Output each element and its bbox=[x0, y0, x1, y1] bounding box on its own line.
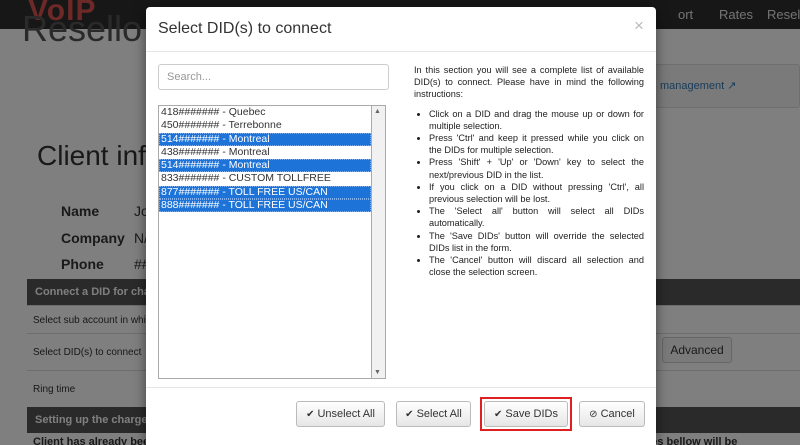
instructions-panel: In this section you will see a complete … bbox=[414, 64, 644, 278]
cancel-label: Cancel bbox=[600, 408, 635, 420]
ban-icon: ⊘ bbox=[589, 408, 598, 420]
select-dids-modal: Select DID(s) to connect × 418####### - … bbox=[146, 7, 656, 445]
save-dids-label: Save DIDs bbox=[505, 408, 558, 420]
cancel-button[interactable]: ⊘ Cancel bbox=[579, 401, 645, 427]
check-icon: ✔ bbox=[306, 408, 315, 420]
instruction-item: Press 'Ctrl' and keep it pressed while y… bbox=[429, 132, 644, 156]
select-all-label: Select All bbox=[416, 408, 462, 420]
check-icon: ✔ bbox=[405, 408, 414, 420]
instructions-intro: In this section you will see a complete … bbox=[414, 65, 644, 100]
instruction-item: If you click on a DID without pressing '… bbox=[429, 181, 644, 205]
did-option[interactable]: 438####### - Montreal bbox=[159, 146, 371, 159]
list-scrollbar[interactable]: ▲ ▼ bbox=[372, 105, 386, 379]
instruction-item: Press 'Shift' + 'Up' or 'Down' key to se… bbox=[429, 156, 644, 180]
check-icon: ✔ bbox=[494, 408, 503, 420]
instruction-item: The 'Save DIDs' button will override the… bbox=[429, 230, 644, 254]
did-option[interactable]: 514####### - Montreal bbox=[159, 132, 371, 146]
modal-title: Select DID(s) to connect bbox=[158, 20, 332, 37]
scroll-down-arrow-icon[interactable]: ▼ bbox=[374, 369, 381, 376]
did-option[interactable]: 450####### - Terrebonne bbox=[159, 119, 371, 132]
scroll-up-arrow-icon[interactable]: ▲ bbox=[374, 108, 381, 115]
instruction-item: The 'Select all' button will select all … bbox=[429, 205, 644, 229]
save-dids-button[interactable]: ✔ Save DIDs bbox=[484, 401, 568, 427]
select-all-button[interactable]: ✔ Select All bbox=[396, 401, 471, 427]
instruction-item: The 'Cancel' button will discard all sel… bbox=[429, 254, 644, 278]
instruction-item: Click on a DID and drag the mouse up or … bbox=[429, 108, 644, 132]
unselect-all-label: Unselect All bbox=[317, 408, 375, 420]
modal-header: Select DID(s) to connect × bbox=[146, 7, 656, 52]
unselect-all-button[interactable]: ✔ Unselect All bbox=[296, 401, 385, 427]
did-select-list[interactable]: 418####### - Quebec 450####### - Terrebo… bbox=[158, 105, 372, 379]
close-icon[interactable]: × bbox=[634, 16, 644, 36]
instructions-list: Click on a DID and drag the mouse up or … bbox=[414, 108, 644, 279]
did-option[interactable]: 514####### - Montreal bbox=[159, 159, 371, 173]
did-option[interactable]: 888####### - TOLL FREE US/CAN bbox=[159, 199, 371, 213]
did-option[interactable]: 877####### - TOLL FREE US/CAN bbox=[159, 185, 371, 200]
did-option[interactable]: 418####### - Quebec bbox=[159, 106, 371, 119]
modal-footer-divider bbox=[146, 387, 656, 388]
did-option[interactable]: 833####### - CUSTOM TOLLFREE bbox=[159, 172, 371, 185]
did-search-input[interactable] bbox=[158, 64, 389, 90]
